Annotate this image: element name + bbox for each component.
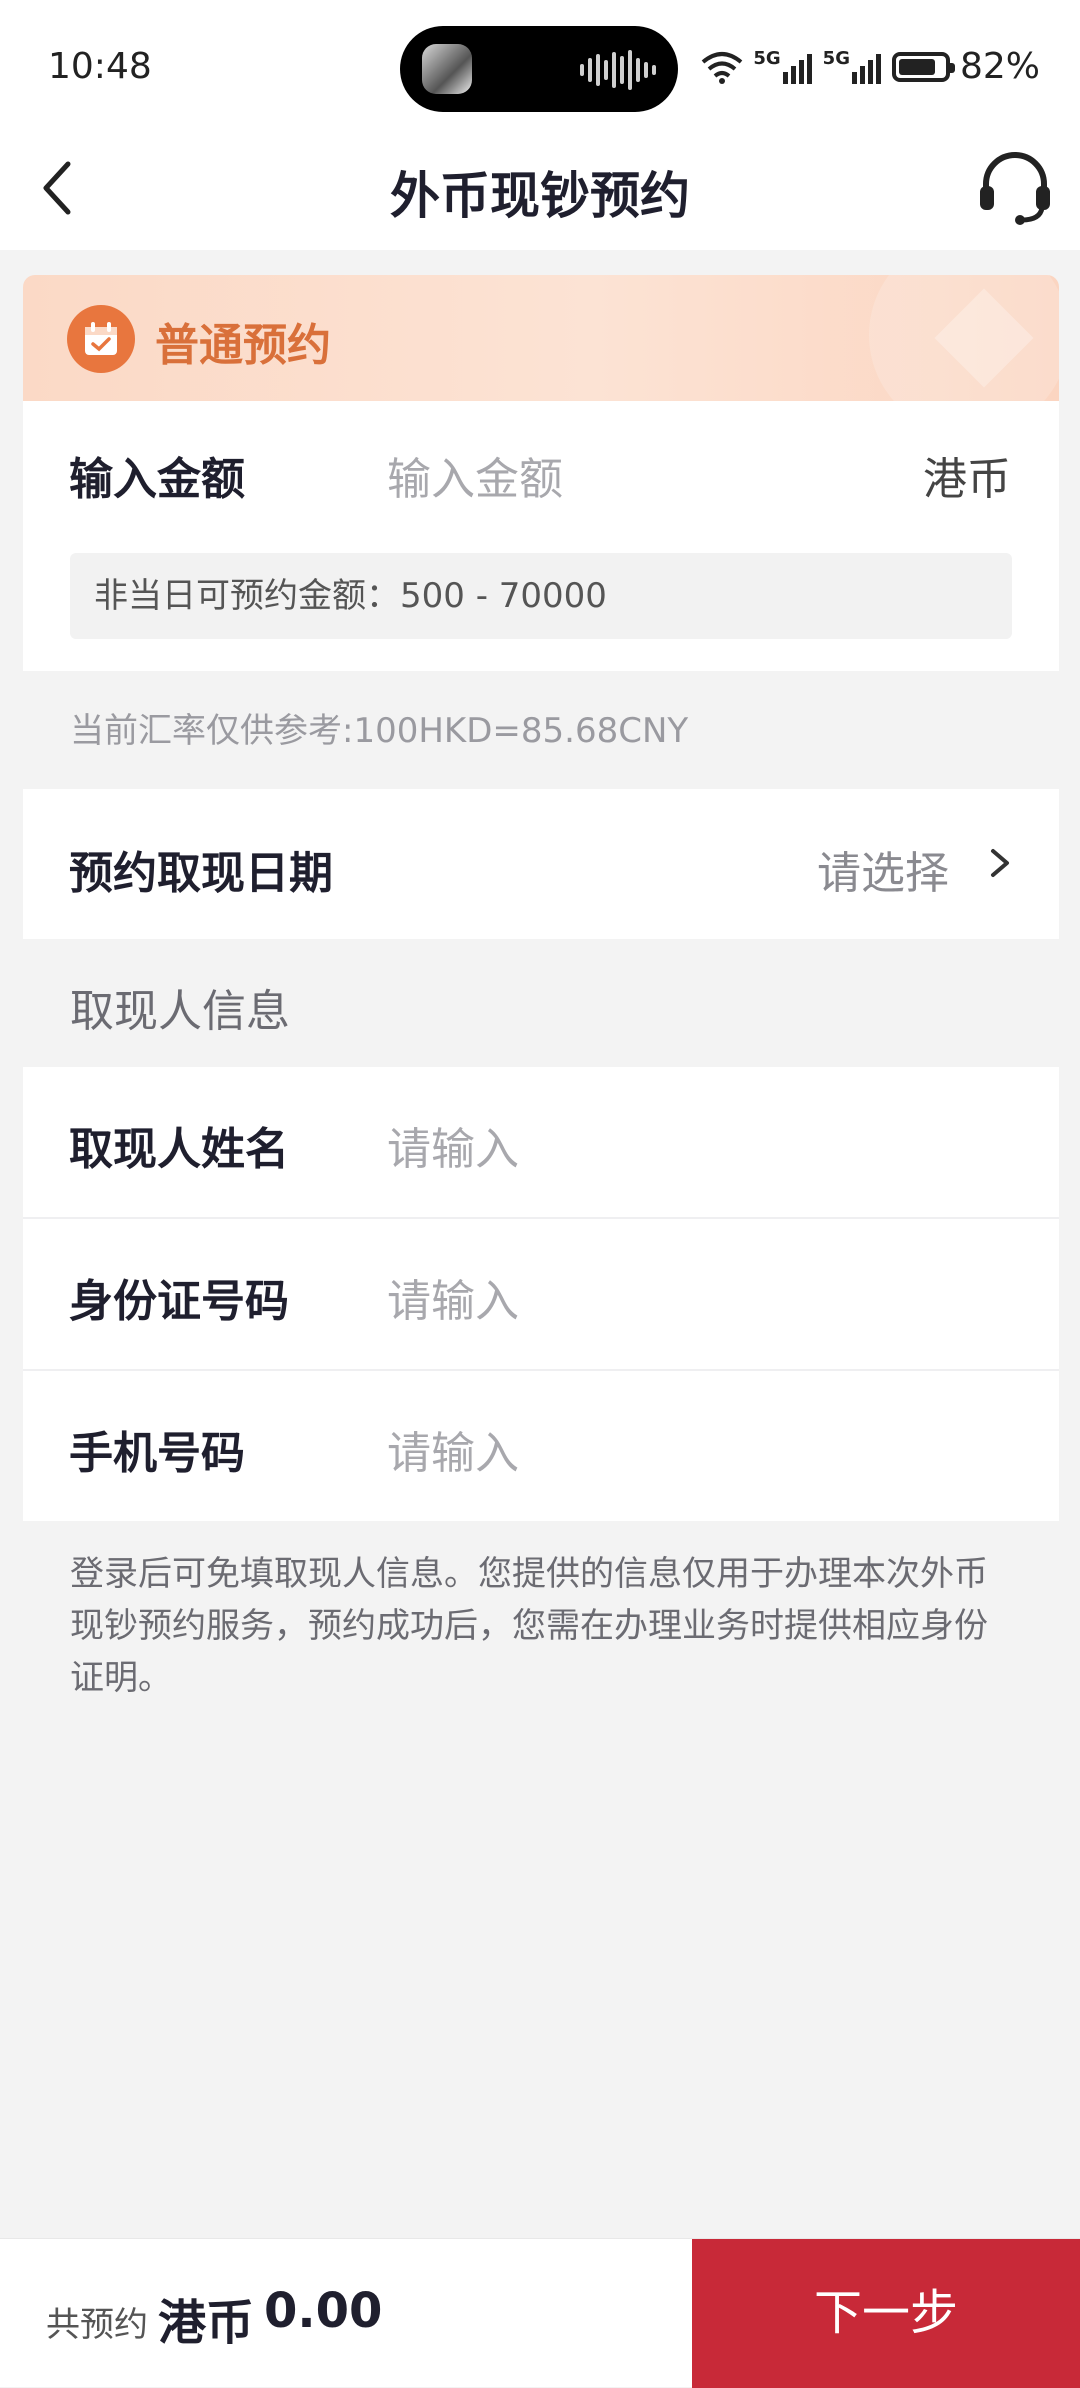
headset-icon[interactable] (970, 142, 1060, 232)
amount-input[interactable]: 输入金额 (387, 443, 563, 507)
pickup-date-label: 预约取现日期 (69, 848, 333, 899)
phone-row: 手机号码 请输入 (23, 1371, 1059, 1521)
amount-card: 输入金额 输入金额 港币 非当日可预约金额：500 - 70000 (23, 401, 1059, 671)
pickup-date-value[interactable]: 请选择 (817, 837, 949, 901)
banner-title: 普通预约 (155, 320, 331, 371)
privacy-disclaimer: 登录后可免填取现人信息。您提供的信息仅用于办理本次外币现钞预约服务，预约成功后，… (70, 1554, 988, 1698)
network-label-1: 5G (753, 47, 781, 69)
dynamic-island[interactable] (400, 26, 678, 112)
battery-fill (898, 58, 936, 75)
network-label-2: 5G (822, 47, 850, 69)
total-value: 0.00 (264, 2283, 383, 2339)
name-input[interactable]: 请输入 (387, 1113, 519, 1177)
total-label: 共预约 (46, 2305, 148, 2345)
signal-bars-icon (782, 53, 812, 84)
id-number-input[interactable]: 请输入 (387, 1265, 519, 1329)
audio-wave-icon (580, 50, 656, 90)
chevron-right-icon[interactable] (979, 841, 1019, 885)
currency-unit: 港币 (923, 454, 1011, 505)
pickup-person-card: 取现人姓名 请输入 身份证号码 请输入 手机号码 请输入 (23, 1067, 1059, 1521)
amount-label: 输入金额 (69, 454, 245, 505)
exchange-rate-note: 当前汇率仅供参考:100HKD=85.68CNY (70, 711, 689, 751)
calendar-check-icon (67, 305, 135, 373)
battery-icon (891, 51, 955, 82)
status-bar: 10:48 5G 5G 82% (0, 0, 1080, 130)
amount-limit-hint: 非当日可预约金额：500 - 70000 (70, 553, 1012, 639)
name-label: 取现人姓名 (69, 1124, 289, 1175)
phone-input[interactable]: 请输入 (387, 1417, 519, 1481)
media-thumbnail (422, 44, 472, 94)
id-number-row: 身份证号码 请输入 (23, 1219, 1059, 1371)
total-currency: 港币 (158, 2295, 255, 2351)
next-step-button[interactable]: 下一步 (692, 2239, 1080, 2388)
pickup-date-row[interactable]: 预约取现日期 请选择 (23, 789, 1059, 939)
status-time: 10:48 (48, 46, 152, 87)
name-row: 取现人姓名 请输入 (23, 1067, 1059, 1219)
phone-label: 手机号码 (69, 1428, 245, 1479)
page-title: 外币现钞预约 (390, 167, 690, 225)
battery-percent: 82% (959, 46, 1040, 87)
signal-2: 5G (822, 47, 882, 84)
bottom-bar: 共预约 港币 0.00 下一步 (0, 2238, 1080, 2388)
wifi-icon (702, 51, 743, 84)
appointment-type-banner: 普通预约 (23, 275, 1059, 401)
nav-bar: 外币现钞预约 (0, 130, 1080, 250)
signal-bars-icon (851, 53, 881, 84)
status-indicators: 5G 5G 82% (701, 46, 1040, 87)
section-title: 取现人信息 (70, 986, 290, 1037)
signal-1: 5G (753, 47, 812, 84)
id-number-label: 身份证号码 (69, 1276, 289, 1327)
